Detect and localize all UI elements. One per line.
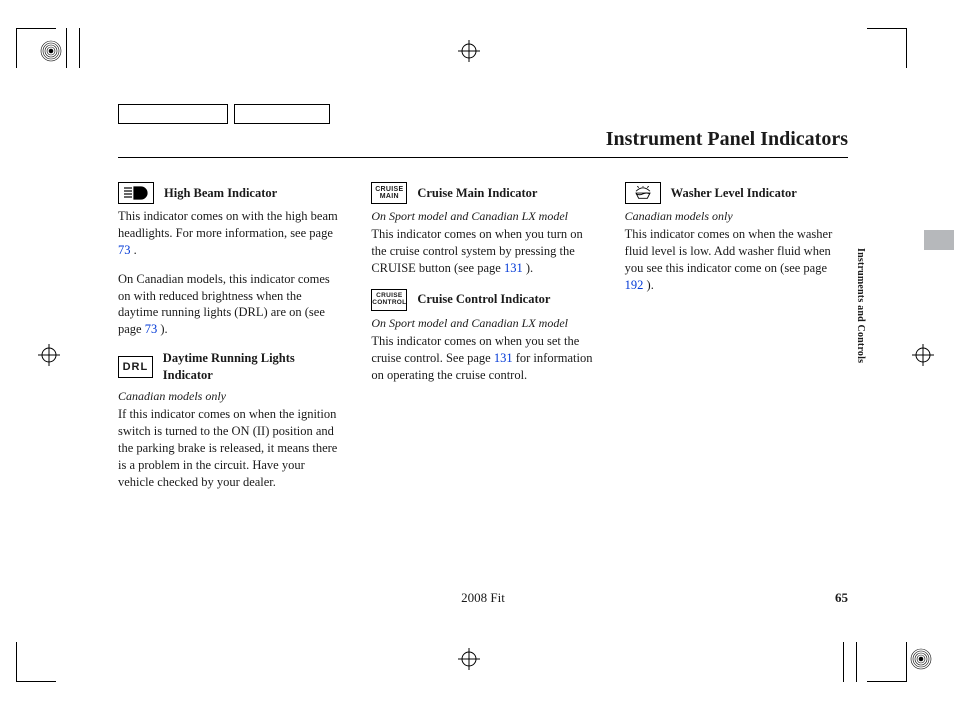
page-link-73a[interactable]: 73	[118, 243, 131, 257]
crop-corner-br	[865, 640, 907, 682]
drl-note: Canadian models only	[118, 388, 341, 404]
cruise-control-note: On Sport model and Canadian LX model	[371, 315, 594, 331]
cruise-control-icon: CRUISE CONTROL	[371, 289, 407, 311]
crop-corner-tl	[16, 28, 58, 70]
page-title: Instrument Panel Indicators	[118, 128, 848, 158]
cruise-main-body: This indicator comes on when you turn on…	[371, 226, 594, 277]
high-beam-icon	[118, 182, 154, 204]
registration-target-right	[912, 344, 934, 366]
washer-body: This indicator comes on when the washer …	[625, 226, 848, 294]
registration-rosette-br	[910, 648, 932, 670]
crop-tick-top	[66, 28, 80, 68]
page-link-73b[interactable]: 73	[145, 322, 158, 336]
cruise-main-heading: Cruise Main Indicator	[417, 185, 537, 202]
footer-model: 2008 Fit	[461, 590, 505, 606]
column-2: CRUISE MAIN Cruise Main Indicator On Spo…	[371, 180, 594, 502]
page-link-131b[interactable]: 131	[494, 351, 513, 365]
cruise-control-body: This indicator comes on when you set the…	[371, 333, 594, 384]
high-beam-heading: High Beam Indicator	[164, 185, 277, 202]
footer-page-number: 65	[835, 590, 848, 606]
cruise-control-heading: Cruise Control Indicator	[417, 291, 550, 308]
cruise-main-note: On Sport model and Canadian LX model	[371, 208, 594, 224]
header-tab-outlines	[118, 104, 330, 124]
washer-heading: Washer Level Indicator	[671, 185, 797, 202]
registration-target-left	[38, 344, 60, 366]
section-edge-tab	[924, 230, 954, 250]
page-link-192[interactable]: 192	[625, 278, 644, 292]
washer-level-icon	[625, 182, 661, 204]
drl-icon: DRL	[118, 356, 153, 378]
high-beam-p2: On Canadian models, this indicator comes…	[118, 271, 341, 339]
column-3: Washer Level Indicator Canadian models o…	[625, 180, 848, 502]
drl-body: If this indicator comes on when the igni…	[118, 406, 341, 490]
drl-heading: Daytime Running Lights Indicator	[163, 350, 342, 384]
column-1: High Beam Indicator This indicator comes…	[118, 180, 341, 502]
crop-corner-bl	[16, 640, 58, 682]
washer-note: Canadian models only	[625, 208, 848, 224]
crop-tick-bottom	[843, 642, 857, 682]
section-side-label: Instruments and Controls	[855, 248, 866, 363]
page-link-131a[interactable]: 131	[504, 261, 523, 275]
cruise-main-icon: CRUISE MAIN	[371, 182, 407, 204]
page-content: Instrument Panel Indicators High Beam In…	[118, 128, 848, 606]
high-beam-p1: This indicator comes on with the high be…	[118, 208, 341, 259]
crop-corner-tr	[865, 28, 907, 70]
registration-target-top	[458, 40, 480, 62]
registration-target-bottom	[458, 648, 480, 670]
